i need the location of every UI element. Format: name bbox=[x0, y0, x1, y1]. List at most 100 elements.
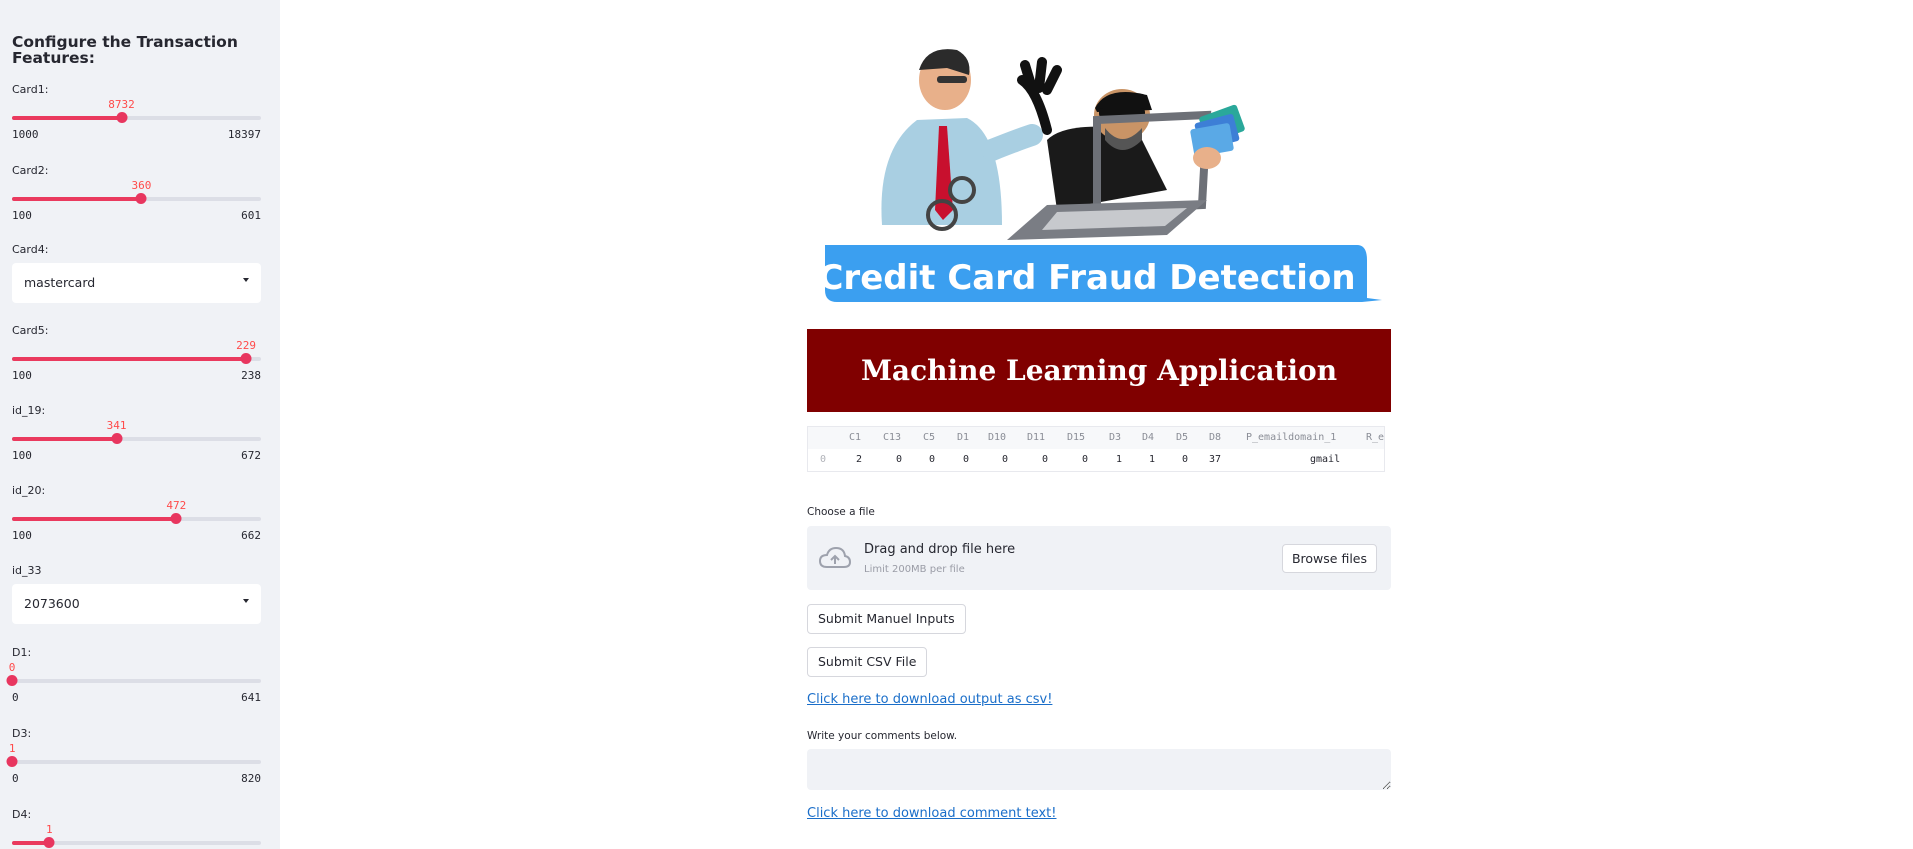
table-cell: 1 bbox=[1149, 454, 1156, 465]
cloud-upload-icon bbox=[819, 546, 851, 568]
dropzone-text: Drag and drop file here bbox=[864, 542, 1016, 557]
column-header: C1 bbox=[849, 432, 862, 443]
download-output-link[interactable]: Click here to download output as csv! bbox=[807, 692, 1052, 707]
slider-min: 0 bbox=[12, 691, 19, 704]
id19-label: id_19: bbox=[12, 404, 46, 417]
file-dropzone[interactable]: Drag and drop file here Limit 200MB per … bbox=[807, 526, 1391, 590]
d3-slider[interactable]: 1 0 820 bbox=[6, 742, 261, 785]
slider-thumb[interactable] bbox=[240, 353, 252, 364]
slider-min: 100 bbox=[12, 529, 32, 542]
detective-figure bbox=[881, 49, 1043, 231]
card4-selected-value: mastercard bbox=[24, 275, 96, 290]
slider-max: 820 bbox=[241, 772, 261, 785]
slider-track[interactable] bbox=[12, 116, 261, 120]
d3-label: D3: bbox=[12, 727, 32, 740]
slider-track[interactable] bbox=[12, 679, 261, 683]
download-comment-link[interactable]: Click here to download comment text! bbox=[807, 806, 1056, 821]
slider-value: 0 bbox=[8, 661, 16, 674]
column-header: D11 bbox=[1027, 432, 1046, 443]
column-header: D5 bbox=[1176, 432, 1189, 443]
slider-value: 8732 bbox=[108, 98, 135, 111]
caret-down-icon bbox=[243, 278, 249, 282]
table-cell: 0 bbox=[896, 454, 903, 465]
column-header: C5 bbox=[923, 432, 936, 443]
card1-slider[interactable]: 8732 1000 18397 bbox=[12, 98, 261, 141]
id20-slider[interactable]: 472 100 662 bbox=[12, 499, 261, 542]
table-cell: 37 bbox=[1209, 454, 1222, 465]
column-header: D8 bbox=[1209, 432, 1222, 443]
slider-value: 229 bbox=[236, 339, 256, 352]
dropzone-limit: Limit 200MB per file bbox=[864, 564, 965, 575]
table-cell: 0 bbox=[1002, 454, 1009, 465]
submit-manual-inputs-button[interactable]: Submit Manuel Inputs bbox=[807, 604, 966, 634]
slider-max: 662 bbox=[241, 529, 261, 542]
column-header: R_e bbox=[1366, 432, 1385, 443]
id19-slider[interactable]: 341 100 672 bbox=[12, 419, 261, 462]
slider-min: 100 bbox=[12, 369, 32, 382]
column-header: D10 bbox=[988, 432, 1007, 443]
submit-csv-button[interactable]: Submit CSV File bbox=[807, 647, 928, 677]
card1-label: Card1: bbox=[12, 83, 49, 96]
slider-max: 672 bbox=[241, 449, 261, 462]
column-header: C13 bbox=[883, 432, 902, 443]
slider-value: 360 bbox=[131, 179, 152, 192]
table-cell: 0 bbox=[1182, 454, 1189, 465]
slider-fill bbox=[12, 116, 122, 120]
row-index: 0 bbox=[820, 454, 827, 465]
table-header-row: C1 C13 C5 D1 D10 D11 D15 D3 D4 D5 D8 P_e… bbox=[808, 427, 1384, 449]
slider-min: 0 bbox=[12, 772, 19, 785]
uploader-label: Choose a file bbox=[807, 506, 875, 518]
slider-max: 641 bbox=[241, 691, 261, 704]
hero-banner: Credit Card Fraud Detection bbox=[818, 245, 1382, 302]
table-cell: 0 bbox=[929, 454, 936, 465]
slider-thumb[interactable] bbox=[135, 193, 147, 204]
card2-slider[interactable]: 360 100 601 bbox=[12, 179, 261, 222]
slider-max: 18397 bbox=[227, 128, 261, 141]
slider-track[interactable] bbox=[12, 517, 261, 521]
sidebar: Configure the Transaction Features: Card… bbox=[0, 0, 280, 849]
table-cell: 0 bbox=[963, 454, 970, 465]
card5-slider[interactable]: 229 100 238 bbox=[12, 339, 261, 382]
card4-label: Card4: bbox=[12, 243, 49, 256]
id33-select[interactable]: 2073600 bbox=[12, 584, 261, 624]
column-header: P_emaildomain_1 bbox=[1246, 432, 1337, 443]
slider-min: 100 bbox=[12, 209, 32, 222]
column-header: D15 bbox=[1067, 432, 1086, 443]
slider-track[interactable] bbox=[12, 437, 261, 441]
input-dataframe[interactable]: C1 C13 C5 D1 D10 D11 D15 D3 D4 D5 D8 P_e… bbox=[807, 426, 1385, 472]
table-cell: 0 bbox=[1082, 454, 1089, 465]
slider-max: 238 bbox=[241, 369, 261, 382]
slider-track[interactable] bbox=[12, 357, 261, 361]
slider-value: 1 bbox=[46, 823, 53, 836]
hero-banner-text: Credit Card Fraud Detection bbox=[818, 258, 1355, 298]
slider-min: 1000 bbox=[12, 128, 39, 141]
card5-label: Card5: bbox=[12, 324, 49, 337]
browse-files-button[interactable]: Browse files bbox=[1282, 544, 1377, 573]
slider-thumb[interactable] bbox=[6, 756, 18, 767]
comment-textarea[interactable] bbox=[807, 749, 1391, 790]
id33-label: id_33 bbox=[12, 564, 42, 577]
d4-label: D4: bbox=[12, 808, 32, 821]
d1-slider[interactable]: 0 0 641 bbox=[6, 661, 261, 704]
d4-slider[interactable]: 1 bbox=[12, 823, 261, 849]
table-cell: 0 bbox=[1042, 454, 1049, 465]
comment-label: Write your comments below. bbox=[807, 730, 958, 742]
slider-thumb[interactable] bbox=[170, 513, 182, 524]
table-cell: gmail bbox=[1310, 454, 1341, 465]
slider-fill bbox=[12, 517, 177, 521]
slider-value: 341 bbox=[106, 419, 127, 432]
slider-thumb[interactable] bbox=[116, 112, 128, 123]
slider-thumb[interactable] bbox=[6, 675, 18, 686]
caret-down-icon bbox=[243, 599, 249, 603]
slider-track[interactable] bbox=[12, 760, 261, 764]
column-header: D1 bbox=[957, 432, 970, 443]
page-title: Machine Learning Application (Demo) bbox=[807, 329, 1391, 470]
slider-thumb[interactable] bbox=[111, 433, 123, 444]
id20-label: id_20: bbox=[12, 484, 46, 497]
sidebar-title: Configure the Transaction Features: bbox=[12, 33, 238, 67]
slider-max: 601 bbox=[241, 209, 261, 222]
slider-value: 1 bbox=[8, 742, 16, 755]
column-header: D3 bbox=[1109, 432, 1122, 443]
card4-select[interactable]: mastercard bbox=[12, 263, 261, 303]
slider-thumb[interactable] bbox=[43, 837, 55, 848]
